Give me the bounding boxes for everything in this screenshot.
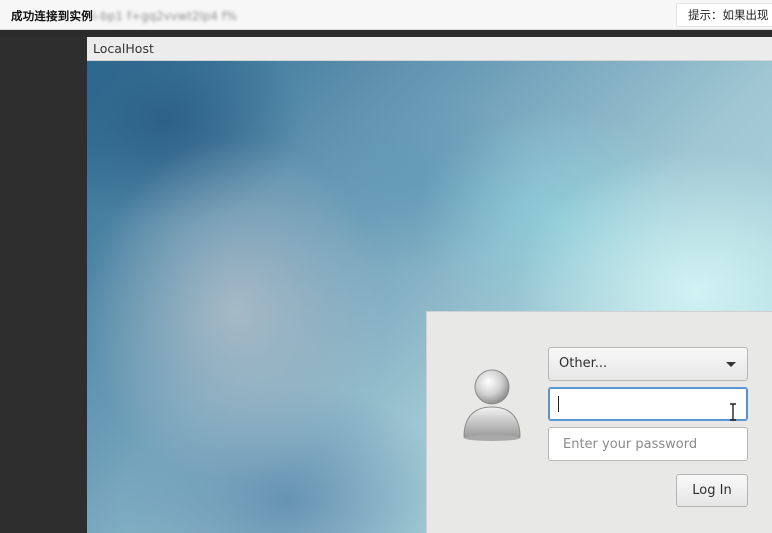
left-panel	[0, 37, 87, 533]
connection-status: 成功连接到实例i-bp1 f+gq2vvwt2lp4 f%	[11, 8, 237, 24]
username-input[interactable]	[548, 387, 748, 421]
user-select-value: Other...	[559, 356, 608, 371]
instance-id: i-bp1 f+gq2vvwt2lp4 f%	[92, 9, 238, 23]
log-in-button[interactable]: Log In	[676, 474, 748, 507]
text-caret	[558, 396, 559, 412]
login-panel: Other... Log In	[426, 311, 772, 533]
vm-titlebar: LocalHost	[87, 37, 772, 61]
tip-box[interactable]: 提示：如果出现	[676, 3, 772, 27]
top-bar: 成功连接到实例i-bp1 f+gq2vvwt2lp4 f% 提示：如果出现	[0, 0, 772, 30]
text-cursor-icon	[730, 403, 736, 421]
connection-status-text: 成功连接到实例	[11, 9, 93, 23]
vm-title: LocalHost	[93, 41, 154, 56]
user-select-dropdown[interactable]: Other...	[548, 347, 748, 381]
toolbar-stripe	[0, 30, 772, 37]
password-input[interactable]	[548, 427, 748, 461]
tip-text: 提示：如果出现	[688, 8, 769, 22]
user-avatar-icon	[463, 369, 521, 441]
chevron-down-icon	[726, 362, 736, 367]
